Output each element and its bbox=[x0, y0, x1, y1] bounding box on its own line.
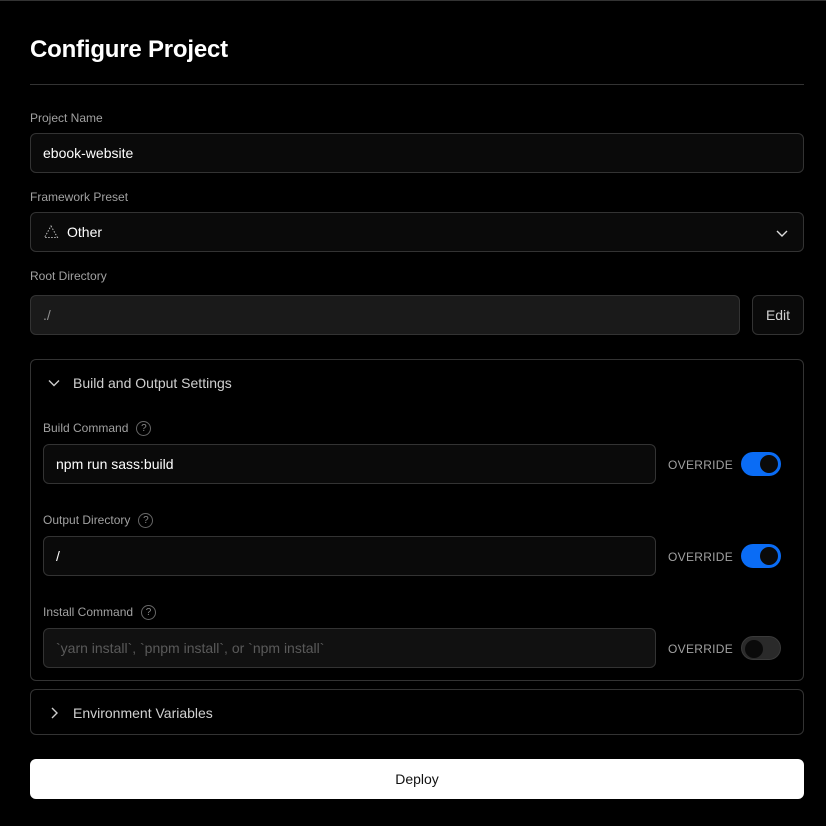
toggle-knob bbox=[760, 455, 778, 473]
build-output-settings-panel: Build and Output Settings Build Command?… bbox=[30, 359, 804, 681]
build-command-label: Build Command? bbox=[43, 421, 152, 437]
output-directory-input[interactable]: / bbox=[43, 536, 656, 576]
build-command-input[interactable]: npm run sass:build bbox=[43, 444, 656, 484]
chevron-right-icon bbox=[51, 707, 58, 719]
install-command-override-toggle[interactable] bbox=[741, 636, 781, 660]
output-directory-value: / bbox=[56, 548, 60, 564]
install-command-input[interactable]: `yarn install`, `pnpm install`, or `npm … bbox=[43, 628, 656, 668]
project-name-input[interactable]: ebook-website bbox=[30, 133, 804, 173]
build-command-value: npm run sass:build bbox=[56, 456, 174, 472]
chevron-down-icon bbox=[48, 380, 60, 387]
output-directory-override-toggle[interactable] bbox=[741, 544, 781, 568]
install-command-placeholder: `yarn install`, `pnpm install`, or `npm … bbox=[56, 640, 325, 656]
root-directory-edit-button[interactable]: Edit bbox=[752, 295, 804, 335]
toggle-knob bbox=[760, 547, 778, 565]
install-command-label: Install Command? bbox=[43, 605, 157, 621]
project-name-value: ebook-website bbox=[43, 145, 134, 161]
toggle-knob bbox=[745, 640, 763, 658]
environment-variables-header[interactable]: Environment Variables bbox=[31, 690, 803, 736]
top-border bbox=[0, 0, 826, 1]
project-name-label: Project Name bbox=[30, 111, 103, 125]
title-divider bbox=[30, 84, 804, 85]
root-directory-value: ./ bbox=[43, 307, 51, 323]
framework-preset-label: Framework Preset bbox=[30, 190, 129, 204]
output-directory-override-label: OVERRIDE bbox=[668, 550, 734, 564]
root-directory-input: ./ bbox=[30, 295, 740, 335]
install-command-label-text: Install Command bbox=[43, 605, 134, 619]
framework-preset-select[interactable]: Other bbox=[30, 212, 804, 252]
framework-preset-value: Other bbox=[67, 224, 103, 240]
help-icon[interactable]: ? bbox=[138, 513, 154, 529]
triangle-dotted-icon bbox=[43, 224, 59, 240]
build-output-settings-title: Build and Output Settings bbox=[73, 375, 232, 391]
chevron-down-icon bbox=[776, 230, 788, 237]
output-directory-label-text: Output Directory bbox=[43, 513, 131, 527]
output-directory-label: Output Directory? bbox=[43, 513, 154, 529]
help-icon[interactable]: ? bbox=[136, 421, 152, 437]
build-command-label-text: Build Command bbox=[43, 421, 129, 435]
build-command-override-toggle[interactable] bbox=[741, 452, 781, 476]
environment-variables-title: Environment Variables bbox=[73, 705, 213, 721]
page-title: Configure Project bbox=[30, 36, 228, 63]
root-directory-label: Root Directory bbox=[30, 269, 107, 283]
build-output-settings-header[interactable]: Build and Output Settings bbox=[31, 360, 803, 406]
environment-variables-panel: Environment Variables bbox=[30, 689, 804, 735]
deploy-button[interactable]: Deploy bbox=[30, 759, 804, 799]
help-icon[interactable]: ? bbox=[141, 605, 157, 621]
install-command-override-label: OVERRIDE bbox=[668, 642, 734, 656]
build-command-override-label: OVERRIDE bbox=[668, 458, 734, 472]
